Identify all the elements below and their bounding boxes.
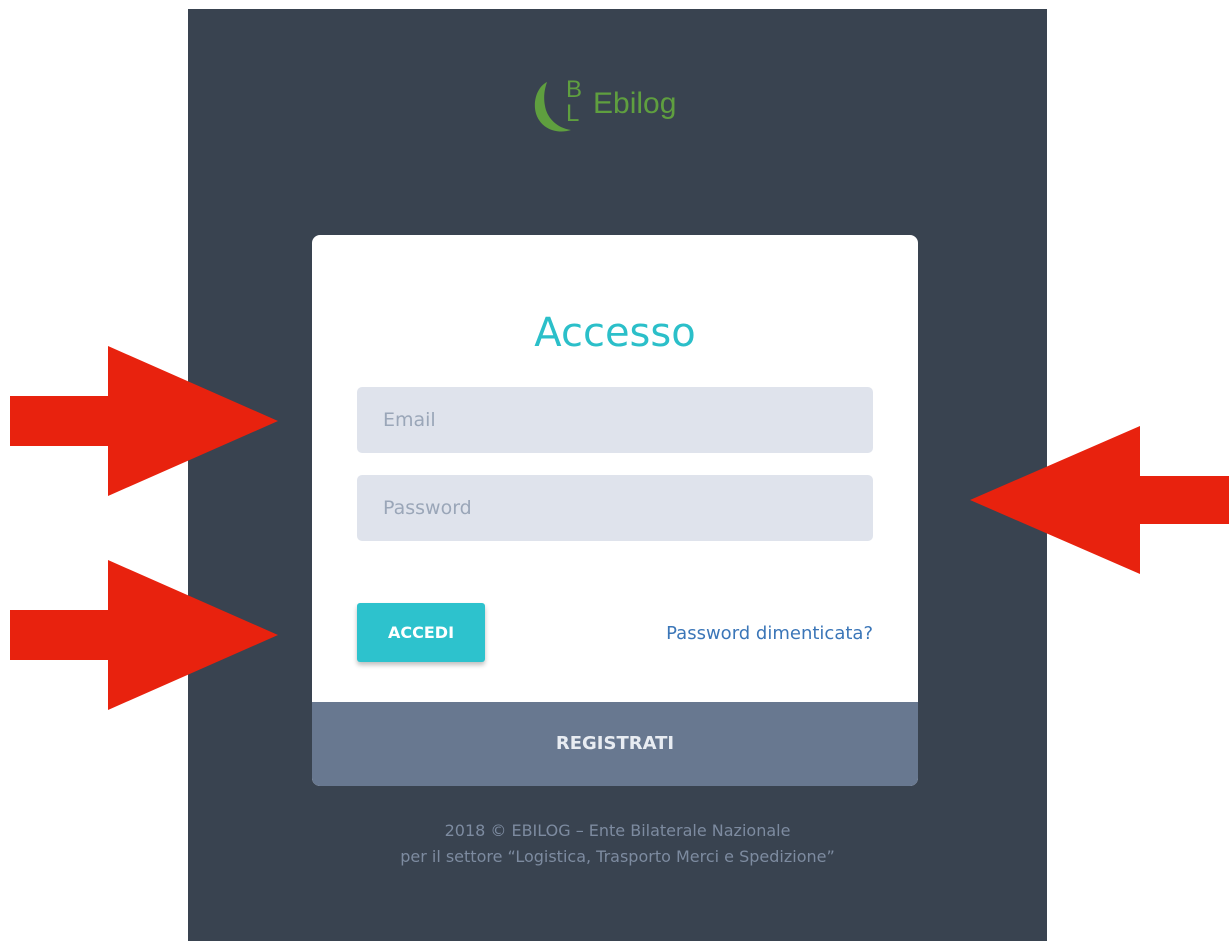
annotation-arrow-right-icon <box>10 346 278 496</box>
login-button[interactable]: ACCEDI <box>357 603 485 662</box>
password-input[interactable] <box>357 475 873 541</box>
logo-letter-l: L <box>566 100 580 127</box>
brand-name: Ebilog <box>593 87 677 120</box>
login-card: Accesso ACCEDI Password dimenticata? REG… <box>312 235 918 786</box>
email-input[interactable] <box>357 387 873 453</box>
forgot-password-link[interactable]: Password dimenticata? <box>666 623 873 644</box>
ebilog-logo: B L Ebilog <box>533 76 713 134</box>
login-title: Accesso <box>534 310 696 356</box>
annotation-arrow-right-icon <box>10 560 278 710</box>
annotation-arrow-left-icon <box>970 426 1229 574</box>
footer-line-1: 2018 © EBILOG – Ente Bilaterale Nazional… <box>444 821 791 840</box>
footer: 2018 © EBILOG – Ente Bilaterale Nazional… <box>188 818 1047 870</box>
register-button[interactable]: REGISTRATI <box>312 702 918 786</box>
footer-line-2: per il settore “Logistica, Trasporto Mer… <box>400 847 835 866</box>
